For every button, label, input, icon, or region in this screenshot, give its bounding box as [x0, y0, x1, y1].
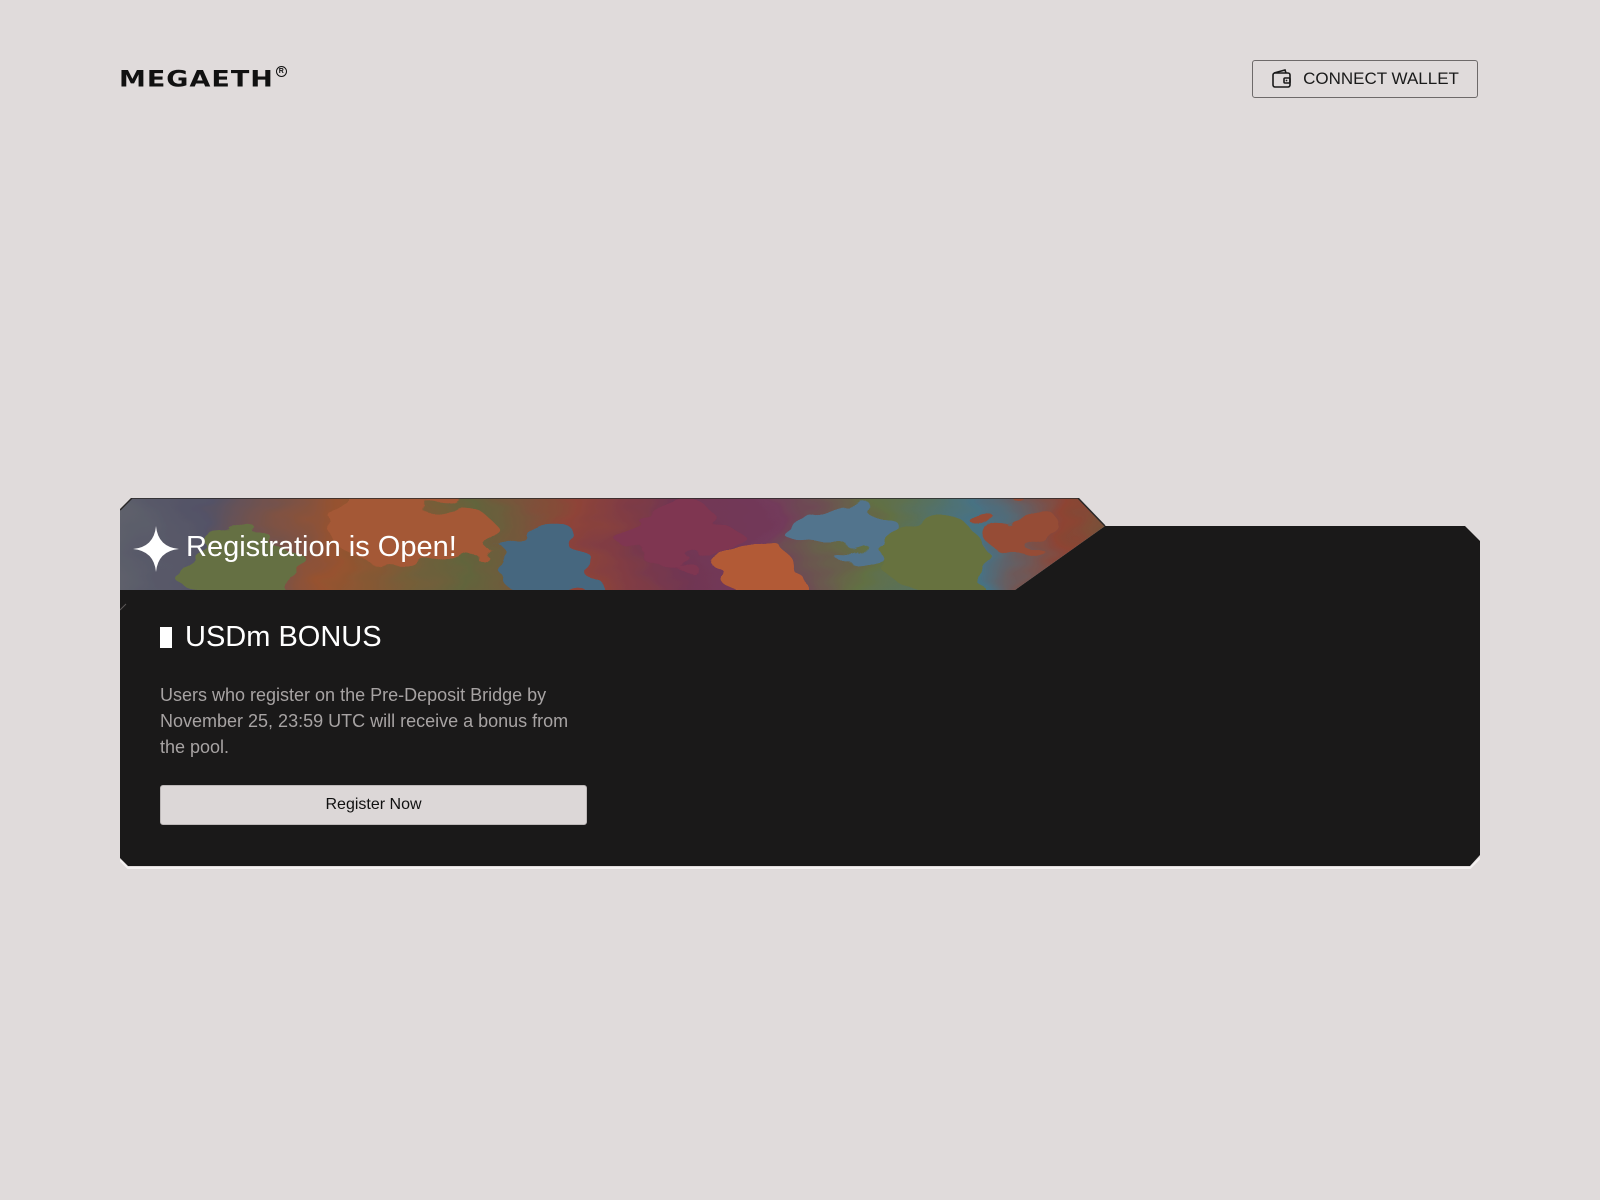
logo-text: MEGAETH	[119, 66, 274, 93]
logo[interactable]: MEGAETH R	[119, 64, 287, 96]
register-now-button[interactable]: Register Now	[160, 785, 587, 825]
banner-title: Registration is Open!	[186, 531, 457, 563]
title-marker	[160, 626, 172, 648]
registered-mark-icon: R	[275, 66, 287, 77]
section-title: USDm BONUS	[160, 620, 382, 654]
section-title-text: USDm BONUS	[185, 621, 382, 653]
bonus-description: Users who register on the Pre-Deposit Br…	[160, 685, 569, 757]
connect-wallet-label: CONNECT WALLET	[1303, 69, 1459, 88]
wallet-icon	[1271, 69, 1293, 89]
registration-card: Registration is Open! USDm BONUS Users w…	[120, 498, 1480, 870]
sparkle-icon	[132, 525, 180, 578]
connect-wallet-button[interactable]: CONNECT WALLET	[1252, 60, 1478, 98]
